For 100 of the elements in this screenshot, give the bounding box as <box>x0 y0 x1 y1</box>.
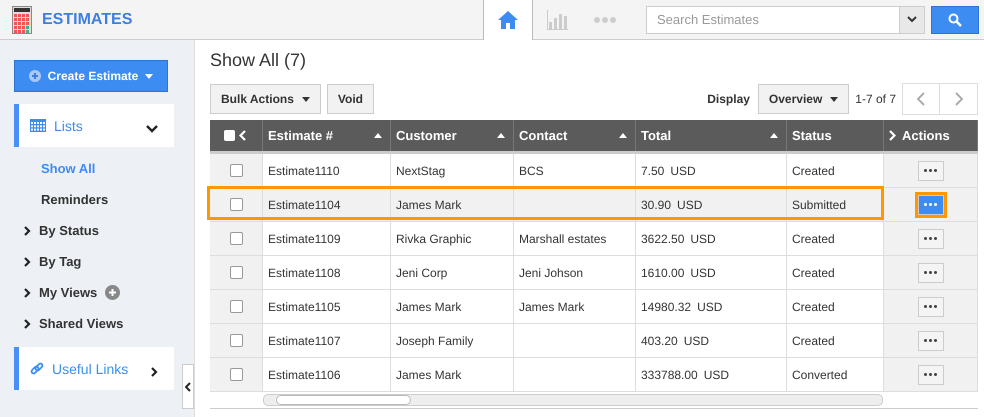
app-title: ESTIMATES <box>42 10 132 28</box>
more-icon <box>924 339 937 342</box>
column-header[interactable]: Customer <box>391 120 514 151</box>
sidebar-item[interactable]: By Status <box>24 215 194 246</box>
horizontal-scrollbar[interactable] <box>263 394 883 406</box>
status: Created <box>792 232 835 246</box>
chevron-right-icon <box>24 288 31 298</box>
display-dropdown[interactable]: Overview <box>758 84 850 114</box>
search-field[interactable]: Search Estimates <box>646 6 900 34</box>
table-row[interactable]: Estimate1105 James Mark James Mark 14980.32 USD Created <box>210 290 978 324</box>
bulk-actions-button[interactable]: Bulk Actions <box>210 84 321 114</box>
calendar-grid-icon <box>30 119 46 132</box>
sidebar-item-label[interactable]: My Views <box>39 285 98 300</box>
calculator-icon <box>12 6 32 34</box>
row-actions-button[interactable] <box>918 296 944 316</box>
table-row[interactable]: Estimate1109 Rivka Graphic Marshall estates 3622.50 USD Created <box>210 222 978 256</box>
bar-chart-icon <box>546 10 568 30</box>
sort-up-icon <box>619 133 627 138</box>
chevron-right-icon <box>954 92 962 106</box>
row-checkbox[interactable] <box>230 368 242 381</box>
nav-tab[interactable] <box>483 0 533 40</box>
row-checkbox[interactable] <box>230 300 242 313</box>
table-row[interactable]: Estimate1107 Joseph Family 403.20 USD Created <box>210 324 978 358</box>
status: Created <box>792 334 835 348</box>
more-icon <box>924 373 937 376</box>
row-checkbox[interactable] <box>230 198 242 211</box>
sidebar-item-label[interactable]: By Status <box>39 223 99 238</box>
sort-up-icon <box>770 133 778 138</box>
column-header[interactable]: Estimate # <box>263 120 391 151</box>
more-icon <box>924 271 937 274</box>
sidebar-item-label[interactable]: By Tag <box>39 254 82 269</box>
currency: USD <box>697 300 722 314</box>
customer-name: James Mark <box>396 300 462 314</box>
caret-icon <box>302 96 310 102</box>
chevron-right-icon <box>24 318 31 328</box>
status: Submitted <box>792 198 846 212</box>
display-label: Display <box>707 92 750 106</box>
column-header[interactable]: Total <box>636 120 787 151</box>
more-icon <box>594 17 616 23</box>
search-button[interactable] <box>931 6 979 34</box>
contact-name: Jeni Johson <box>519 266 584 280</box>
chevron-left-icon[interactable] <box>238 130 246 141</box>
row-checkbox[interactable] <box>230 164 242 177</box>
estimate-number: Estimate1108 <box>268 266 340 280</box>
customer-name: Jeni Corp <box>396 266 448 280</box>
currency: USD <box>670 164 696 178</box>
more-icon <box>924 203 937 206</box>
void-button[interactable]: Void <box>326 84 374 114</box>
sidebar-item[interactable]: By Tag <box>24 246 194 277</box>
currency: USD <box>677 198 702 212</box>
chevron-right-icon <box>151 366 158 376</box>
customer-name: Joseph Family <box>396 334 474 348</box>
customer-name: James Mark <box>396 368 462 382</box>
collapse-sidebar-button[interactable] <box>182 364 194 409</box>
home-icon <box>497 10 519 30</box>
chevron-left-icon <box>185 382 191 392</box>
row-checkbox[interactable] <box>230 334 242 347</box>
sort-up-icon <box>374 133 382 138</box>
contact-name: Marshall estates <box>519 232 606 246</box>
table-row[interactable]: Estimate1106 James Mark 333788.00 USD Converted <box>210 358 978 392</box>
customer-name: James Mark <box>396 198 462 212</box>
total-amount: 30.90 <box>641 198 672 212</box>
row-actions-button[interactable] <box>918 262 944 282</box>
sidebar-item-label[interactable]: Shared Views <box>39 316 124 331</box>
sidebar-item[interactable]: My Views <box>24 277 194 308</box>
status: Converted <box>792 368 848 382</box>
row-actions-button[interactable] <box>918 330 944 350</box>
total-amount: 14980.32 <box>641 300 692 314</box>
caret-icon <box>145 74 154 78</box>
row-actions-button[interactable] <box>918 228 944 248</box>
estimate-number: Estimate1105 <box>268 300 340 314</box>
more-icon <box>924 169 937 172</box>
currency: USD <box>684 334 710 348</box>
sort-up-icon <box>497 133 505 138</box>
table-row[interactable]: Estimate1108 Jeni Corp Jeni Johson 1610.00 USD Created <box>210 256 978 290</box>
total-amount: 333788.00 <box>641 368 698 382</box>
sidebar-item[interactable]: Reminders <box>24 184 194 215</box>
add-icon[interactable] <box>105 285 120 300</box>
estimate-number: Estimate1110 <box>268 164 340 178</box>
chevron-left-icon <box>917 92 925 106</box>
column-header[interactable]: Contact <box>514 120 636 151</box>
row-actions-button[interactable] <box>918 160 944 180</box>
status: Created <box>792 164 835 178</box>
search-options-button[interactable] <box>900 6 925 34</box>
row-checkbox[interactable] <box>230 266 242 279</box>
table-row[interactable]: Estimate1104 James Mark 30.90 USD Submitted <box>210 188 978 222</box>
more-icon <box>924 237 937 240</box>
customer-name: Rivka Graphic <box>396 232 472 246</box>
page-title: Show All (7) <box>210 50 308 72</box>
sidebar-item-label[interactable]: Reminders <box>41 192 108 207</box>
scrollbar-thumb[interactable] <box>276 395 411 405</box>
estimate-number: Estimate1107 <box>268 334 340 348</box>
currency: USD <box>690 266 716 280</box>
contact-name: James Mark <box>519 300 584 314</box>
status: Created <box>792 266 835 280</box>
row-checkbox[interactable] <box>230 232 242 245</box>
chevron-right-icon <box>889 130 896 141</box>
sidebar-item[interactable]: Shared Views <box>24 308 194 339</box>
row-actions-button[interactable] <box>918 364 944 384</box>
select-all-checkbox[interactable] <box>224 130 234 141</box>
